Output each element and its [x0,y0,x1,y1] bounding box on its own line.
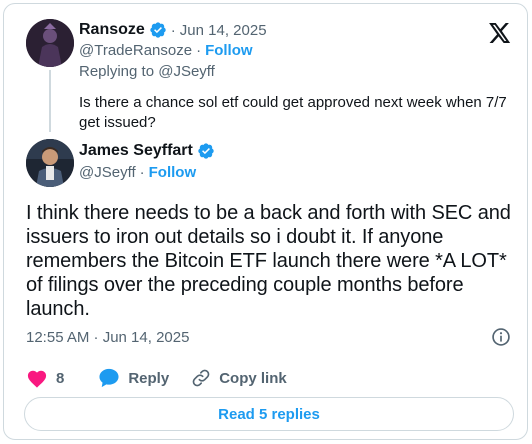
avatar-james-seyffart[interactable] [26,139,74,187]
action-bar: 8 Reply Copy link [26,368,287,388]
follow-button[interactable]: Follow [149,164,197,181]
x-logo-icon[interactable] [489,23,511,43]
read-replies-button[interactable]: Read 5 replies [24,397,514,431]
quoted-tweet-text: Is there a chance sol etf could get appr… [79,94,507,131]
like-count: 8 [56,369,65,387]
quoted-header: Ransoze · Jun 14, 2025 [79,21,267,39]
tweet-timestamp[interactable]: 12:55 AM · Jun 14, 2025 [26,329,189,346]
replying-to: Replying to @JSeyff [79,63,215,80]
quoted-date[interactable]: Jun 14, 2025 [180,22,267,39]
quoted-handle[interactable]: @TradeRansoze [79,42,192,59]
thread-line [49,70,51,132]
link-icon [192,369,210,387]
verified-badge-icon [150,22,166,38]
copy-link-label: Copy link [219,369,287,387]
reply-label: Reply [128,369,170,387]
author-header: James Seyffart [79,142,215,160]
quoted-handle-row: @TradeRansoze · Follow [79,42,253,59]
tweet-embed-card: Ransoze · Jun 14, 2025 @TradeRansoze · F… [3,3,528,440]
info-icon[interactable] [491,327,511,347]
avatar-ransoze[interactable] [26,19,74,67]
heart-icon [27,370,47,388]
quoted-author-name[interactable]: Ransoze [79,21,145,39]
reply-button[interactable]: Reply [98,368,169,388]
author-handle-row: @JSeyff · Follow [79,164,197,181]
author-handle[interactable]: @JSeyff [79,164,136,181]
author-name[interactable]: James Seyffart [79,142,193,160]
reply-bubble-icon [99,368,119,388]
verified-badge-icon [198,143,214,159]
like-button[interactable]: 8 [26,368,64,388]
copy-link-button[interactable]: Copy link [191,368,287,388]
tweet-text: I think there needs to be a back and for… [26,202,511,320]
quoted-follow-button[interactable]: Follow [205,42,253,59]
